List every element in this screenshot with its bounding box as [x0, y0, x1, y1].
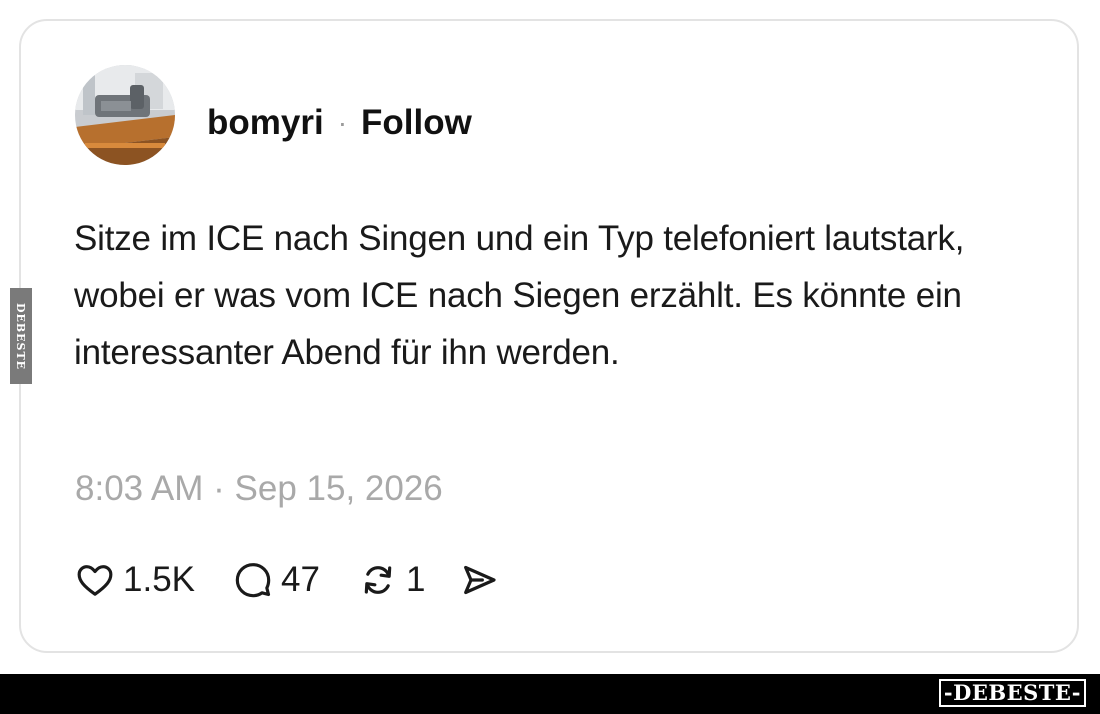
reply-count: 47: [281, 560, 320, 599]
post-timestamp[interactable]: 8:03 AM · Sep 15, 2026: [75, 469, 443, 509]
avatar[interactable]: [75, 65, 175, 165]
action-bar: 1.5K 47 1: [75, 557, 499, 603]
post-text: Sitze im ICE nach Singen und ein Typ tel…: [74, 219, 965, 372]
username[interactable]: bomyri: [207, 103, 324, 143]
share-button[interactable]: [459, 560, 499, 600]
heart-icon: [77, 565, 113, 596]
like-button[interactable]: 1.5K: [75, 560, 195, 600]
repost-icon: [364, 566, 392, 594]
side-watermark: DEBESTE: [10, 288, 32, 384]
avatar-photo: [75, 65, 175, 165]
follow-button[interactable]: Follow: [361, 103, 472, 143]
speech-bubble-icon: [235, 563, 271, 598]
repost-button[interactable]: 1: [358, 560, 425, 600]
debeste-logo: -DEBESTE-: [938, 679, 1086, 707]
separator-dot: ·: [337, 107, 348, 138]
post-card: bomyri · Follow Sitze im ICE nach Singen…: [19, 19, 1079, 653]
side-watermark-text: DEBESTE: [14, 302, 28, 370]
repost-count: 1: [405, 560, 426, 599]
footer-bar: -DEBESTE-: [0, 674, 1100, 714]
like-count: 1.5K: [123, 560, 195, 599]
post-header: bomyri · Follow: [207, 101, 472, 145]
send-icon: [464, 565, 496, 595]
reply-button[interactable]: 47: [233, 560, 320, 600]
